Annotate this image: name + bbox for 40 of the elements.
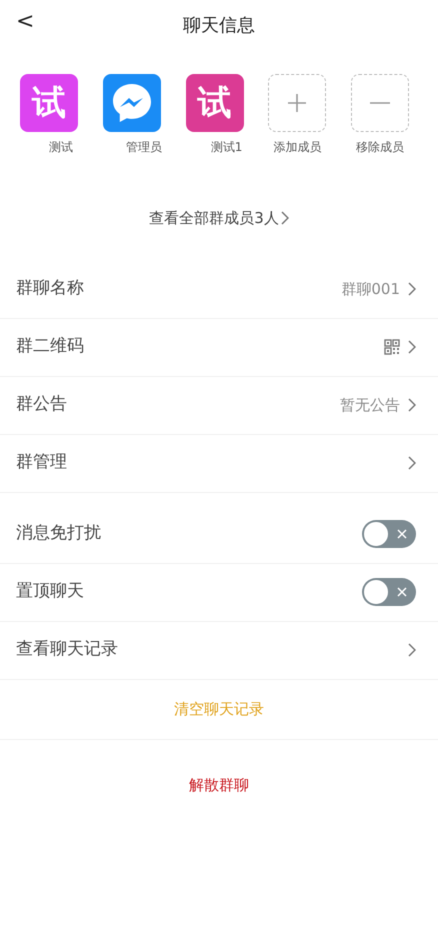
- list-row[interactable]: 群公告 暂无公告: [0, 376, 438, 434]
- close-icon: [397, 529, 407, 539]
- member-name: 添加成员: [272, 139, 322, 156]
- toggle-switch[interactable]: [362, 578, 416, 606]
- qr-code-icon: [384, 339, 400, 355]
- minus-icon: [369, 101, 392, 105]
- member-name: 测试1: [210, 139, 244, 156]
- close-icon: [397, 587, 407, 597]
- member-avatar[interactable]: 试: [186, 74, 244, 132]
- action-button[interactable]: 解散群聊: [189, 774, 249, 797]
- chevron-icon: [280, 211, 289, 226]
- row-label: 置顶聊天: [16, 580, 84, 604]
- member-name: 管理员: [124, 139, 163, 156]
- member-avatar[interactable]: [102, 74, 161, 132]
- list-row[interactable]: 群二维码: [0, 318, 438, 376]
- row-label: 群管理: [16, 451, 67, 474]
- chevron-icon: [408, 282, 416, 296]
- chevron-icon: [408, 456, 416, 470]
- row-label: 查看聊天记录: [16, 638, 118, 662]
- list-row[interactable]: 群管理: [0, 434, 438, 492]
- chevron-icon: [408, 398, 416, 412]
- row-value: 群聊001: [341, 278, 400, 300]
- toggle-switch[interactable]: [362, 520, 416, 548]
- chevron-icon: [408, 340, 416, 354]
- row-label: 群二维码: [16, 335, 84, 358]
- list-row[interactable]: 群聊名称 群聊001: [0, 260, 438, 318]
- chevron-icon: [408, 643, 416, 657]
- list-row[interactable]: 查看聊天记录: [0, 622, 438, 680]
- row-label: 消息免打扰: [16, 522, 101, 546]
- remove-member-button[interactable]: [351, 74, 410, 132]
- row-label: 群公告: [16, 393, 67, 416]
- plus-icon: [287, 93, 308, 113]
- row-value: 暂无公告: [340, 394, 400, 416]
- page-title: 聊天信息: [183, 14, 255, 38]
- member-name: 移除成员: [355, 139, 406, 156]
- row-label: 群聊名称: [16, 277, 84, 300]
- view-all-members-link[interactable]: 查看全部群成员3人: [143, 206, 295, 230]
- member-name: 测试: [48, 139, 74, 156]
- back-button[interactable]: <: [10, 8, 40, 37]
- add-member-button[interactable]: [268, 74, 326, 132]
